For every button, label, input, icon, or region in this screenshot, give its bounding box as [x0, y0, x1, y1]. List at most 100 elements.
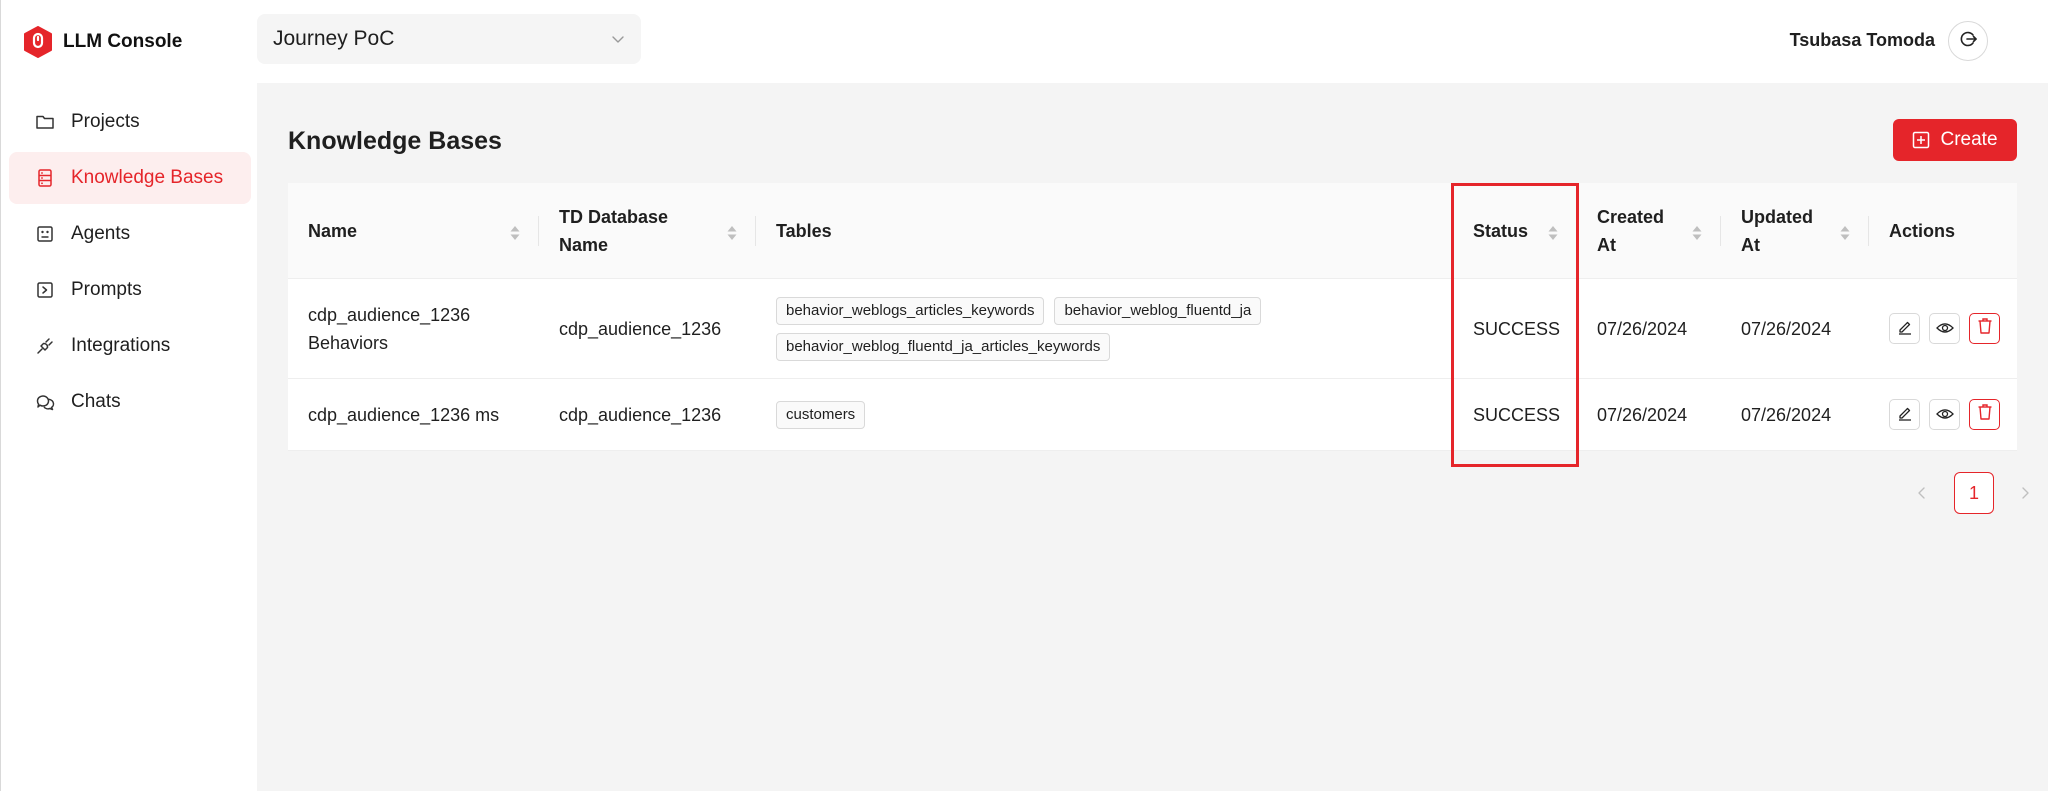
database-icon — [35, 168, 55, 188]
delete-button[interactable] — [1969, 313, 2000, 344]
user-name: Tsubasa Tomoda — [1789, 30, 1935, 50]
table-tags: customers — [776, 400, 1376, 429]
edit-button[interactable] — [1889, 313, 1920, 344]
td-database-name: cdp_audience_1236 — [559, 318, 722, 339]
sidebar-item-prompts[interactable]: Prompts — [9, 264, 251, 316]
sidebar-item-integrations[interactable]: Integrations — [9, 320, 251, 372]
sidebar-item-chats[interactable]: Chats — [9, 376, 251, 428]
robot-icon — [35, 224, 55, 244]
column-header-created-at[interactable]: Created At — [1577, 183, 1721, 279]
sort-icon — [509, 222, 521, 240]
column-header-status[interactable]: Status — [1453, 183, 1577, 279]
sort-icon — [1547, 222, 1559, 240]
cell-status: SUCCESS — [1453, 279, 1577, 378]
create-button-label: Create — [1940, 129, 1998, 150]
plus-square-icon — [1912, 131, 1930, 149]
cell-database: cdp_audience_1236 — [539, 279, 756, 378]
eye-icon — [1935, 315, 1954, 343]
page-title: Knowledge Bases — [288, 127, 502, 155]
sidebar-item-label: Knowledge Bases — [71, 167, 224, 188]
top-bar: Journey PoC Tsubasa Tomoda — [257, 0, 2048, 83]
table-row: cdp_audience_1236 Behaviors cdp_audience… — [288, 279, 2017, 379]
cell-updated-at: 07/26/2024 — [1721, 279, 1869, 378]
updated-at: 07/26/2024 — [1741, 404, 1832, 425]
next-page-icon[interactable] — [2016, 484, 2034, 502]
table-tag: behavior_weblog_fluentd_ja_articles_keyw… — [776, 332, 1111, 361]
status-text: SUCCESS — [1473, 318, 1561, 339]
column-header-label: Tables — [776, 221, 832, 241]
edit-icon — [1897, 401, 1913, 429]
column-header-label: Name — [308, 221, 358, 241]
logout-button[interactable] — [1948, 21, 1988, 61]
sidebar-item-knowledge-bases[interactable]: Knowledge Bases — [9, 152, 251, 204]
edit-button[interactable] — [1889, 399, 1920, 430]
trash-icon — [1977, 315, 1993, 343]
cell-updated-at: 07/26/2024 — [1721, 379, 1869, 450]
kb-name: cdp_audience_1236 Behaviors — [308, 304, 471, 353]
prompt-icon — [35, 280, 55, 300]
column-header-td-database-name[interactable]: TD Database Name — [539, 183, 756, 279]
column-header-label: Status — [1473, 221, 1529, 241]
table-header: Name TD Database Name Tables Status Crea… — [288, 183, 2017, 279]
table-tag: behavior_weblogs_articles_keywords — [776, 296, 1045, 325]
app-name: LLM Console — [63, 31, 183, 52]
row-actions — [1889, 399, 2000, 430]
column-header-label: TD Database Name — [559, 207, 669, 255]
sidebar-nav: Projects Knowledge Bases Agents Prompts … — [9, 96, 251, 432]
column-header-label: Created At — [1597, 207, 1665, 255]
cell-status: SUCCESS — [1453, 379, 1577, 450]
column-header-label: Updated At — [1741, 207, 1813, 255]
created-at: 07/26/2024 — [1597, 318, 1688, 339]
view-button[interactable] — [1929, 399, 1960, 430]
cell-database: cdp_audience_1236 — [539, 379, 756, 450]
eye-icon — [1935, 401, 1954, 429]
column-header-name[interactable]: Name — [288, 183, 539, 279]
column-header-tables: Tables — [756, 183, 1453, 279]
column-header-actions: Actions — [1869, 183, 2017, 279]
sidebar-item-label: Projects — [71, 111, 140, 132]
main-content: Knowledge Bases Create Name TD Database … — [257, 83, 2048, 791]
updated-at: 07/26/2024 — [1741, 318, 1832, 339]
table-row: cdp_audience_1236 ms cdp_audience_1236 c… — [288, 379, 2017, 451]
llm-console-logo-icon — [23, 26, 53, 58]
td-database-name: cdp_audience_1236 — [559, 404, 722, 425]
row-actions — [1889, 313, 2000, 344]
logout-icon — [1958, 29, 1978, 54]
cell-tables: behavior_weblogs_articles_keywords behav… — [756, 279, 1453, 378]
cell-name: cdp_audience_1236 Behaviors — [288, 279, 539, 378]
brand[interactable]: LLM Console — [23, 26, 182, 58]
sidebar-item-projects[interactable]: Projects — [9, 96, 251, 148]
sidebar-item-agents[interactable]: Agents — [9, 208, 251, 260]
table-tag: customers — [776, 400, 866, 429]
sidebar-item-label: Integrations — [71, 335, 171, 356]
view-button[interactable] — [1929, 313, 1960, 344]
cell-actions — [1869, 279, 2017, 378]
kb-name: cdp_audience_1236 ms — [308, 404, 500, 425]
pagination: 1 — [1848, 472, 2048, 514]
integration-icon — [35, 336, 55, 356]
column-header-label: Actions — [1889, 221, 1956, 241]
cell-created-at: 07/26/2024 — [1577, 379, 1721, 450]
delete-button[interactable] — [1969, 399, 2000, 430]
chat-icon — [35, 392, 55, 412]
cell-name: cdp_audience_1236 ms — [288, 379, 539, 450]
sidebar-item-label: Chats — [71, 391, 121, 412]
knowledge-bases-table: Name TD Database Name Tables Status Crea… — [288, 183, 2017, 451]
sidebar-item-label: Agents — [71, 223, 131, 244]
page-number-current[interactable]: 1 — [1954, 472, 1994, 514]
table-tags: behavior_weblogs_articles_keywords behav… — [776, 296, 1376, 361]
sort-icon — [1691, 222, 1703, 240]
project-select-value: Journey PoC — [273, 27, 395, 50]
sort-icon — [726, 222, 738, 240]
sort-icon — [1839, 222, 1851, 240]
cell-created-at: 07/26/2024 — [1577, 279, 1721, 378]
sidebar-item-label: Prompts — [71, 279, 142, 300]
table-tag: behavior_weblog_fluentd_ja — [1054, 296, 1262, 325]
column-header-updated-at[interactable]: Updated At — [1721, 183, 1869, 279]
previous-page-icon[interactable] — [1913, 484, 1931, 502]
project-select[interactable]: Journey PoC — [257, 14, 641, 64]
cell-actions — [1869, 379, 2017, 450]
create-button[interactable]: Create — [1893, 119, 2017, 161]
sidebar: LLM Console Projects Knowledge Bases Age… — [0, 0, 257, 791]
cell-tables: customers — [756, 379, 1453, 450]
